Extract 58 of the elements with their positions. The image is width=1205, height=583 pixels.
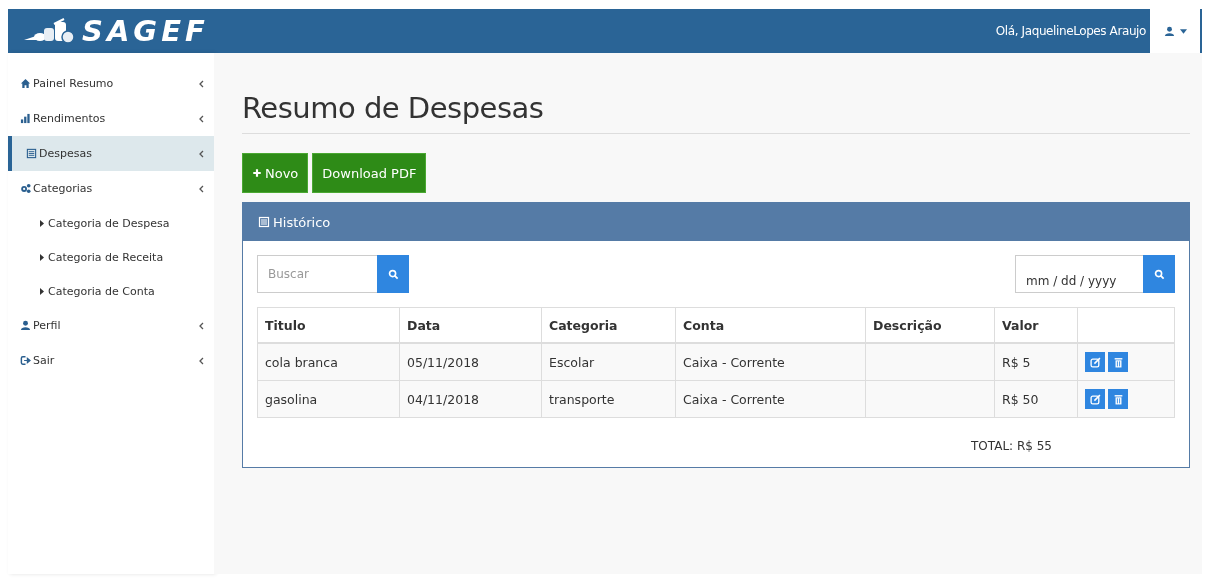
edit-icon [1089, 356, 1101, 368]
bar-chart-icon [20, 113, 31, 124]
sidebar-item[interactable]: Perfil [8, 308, 214, 343]
trash-icon [1112, 393, 1124, 405]
table-cell: Escolar [541, 343, 676, 381]
home-icon [20, 78, 31, 89]
gears-icon [20, 183, 31, 194]
search-icon [387, 268, 399, 280]
edit-button[interactable] [1085, 352, 1105, 372]
total-amount: TOTAL: R$ 55 [971, 439, 1053, 453]
delete-button[interactable] [1108, 389, 1128, 409]
user-menu-button[interactable] [1150, 9, 1200, 53]
caret-right-icon [40, 219, 44, 227]
search-icon [1153, 268, 1165, 280]
chevron-left-icon [199, 184, 204, 193]
chevron-left-icon [199, 321, 204, 330]
date-field[interactable]: mm / dd / yyyy [1015, 255, 1143, 293]
sidebar-subitem[interactable]: Categoria de Despesa [8, 206, 214, 240]
sidebar-item[interactable]: Rendimentos [8, 101, 214, 136]
chevron-left-icon [199, 149, 204, 158]
search-button[interactable] [377, 255, 409, 293]
caret-right-icon [40, 287, 44, 295]
search-field[interactable]: Buscar [257, 255, 377, 293]
user-icon [20, 320, 31, 331]
new-button[interactable]: Novo [242, 153, 309, 193]
table-cell: transporte [541, 380, 676, 418]
search-button[interactable] [1143, 255, 1175, 293]
table-cell: cola branca [257, 343, 400, 381]
edit-icon [1089, 393, 1101, 405]
trash-icon [1112, 356, 1124, 368]
table-cell: Caixa - Corrente [675, 343, 866, 381]
table-cell: R$ 50 [994, 380, 1078, 418]
caret-icon [1179, 28, 1187, 34]
sign-out-icon [20, 355, 31, 366]
page-title: Resumo de Despesas [242, 91, 1190, 134]
user-greeting: Olá, JaquelineLopes Araujo [995, 24, 1147, 38]
caret-right-icon [40, 253, 44, 261]
sidebar-subitem[interactable]: Categoria de Receita [8, 240, 214, 274]
table-cell: R$ 5 [994, 343, 1078, 381]
table-cell: 05/11/2018 [399, 343, 542, 381]
table-cell: Caixa - Corrente [675, 380, 866, 418]
table-cell: 04/11/2018 [399, 380, 542, 418]
user-icon [1163, 25, 1175, 37]
sidebar-item[interactable]: Painel Resumo [8, 66, 214, 101]
sidebar-item[interactable]: Categorias [8, 171, 214, 206]
table-cell: gasolina [257, 380, 400, 418]
chevron-left-icon [199, 114, 204, 123]
chevron-left-icon [199, 79, 204, 88]
edit-button[interactable] [1085, 389, 1105, 409]
sidebar-item[interactable]: Despesas [8, 136, 214, 171]
delete-button[interactable] [1108, 352, 1128, 372]
download-pdf-button[interactable]: Download PDF [312, 153, 427, 193]
sidebar-subitem[interactable]: Categoria de Conta [8, 274, 214, 308]
panel-title: Histórico [273, 214, 331, 230]
plus-icon [252, 168, 262, 178]
chevron-left-icon [199, 356, 204, 365]
app-logo: SAGEF [82, 14, 209, 48]
sidebar-item[interactable]: Sair [8, 343, 214, 378]
